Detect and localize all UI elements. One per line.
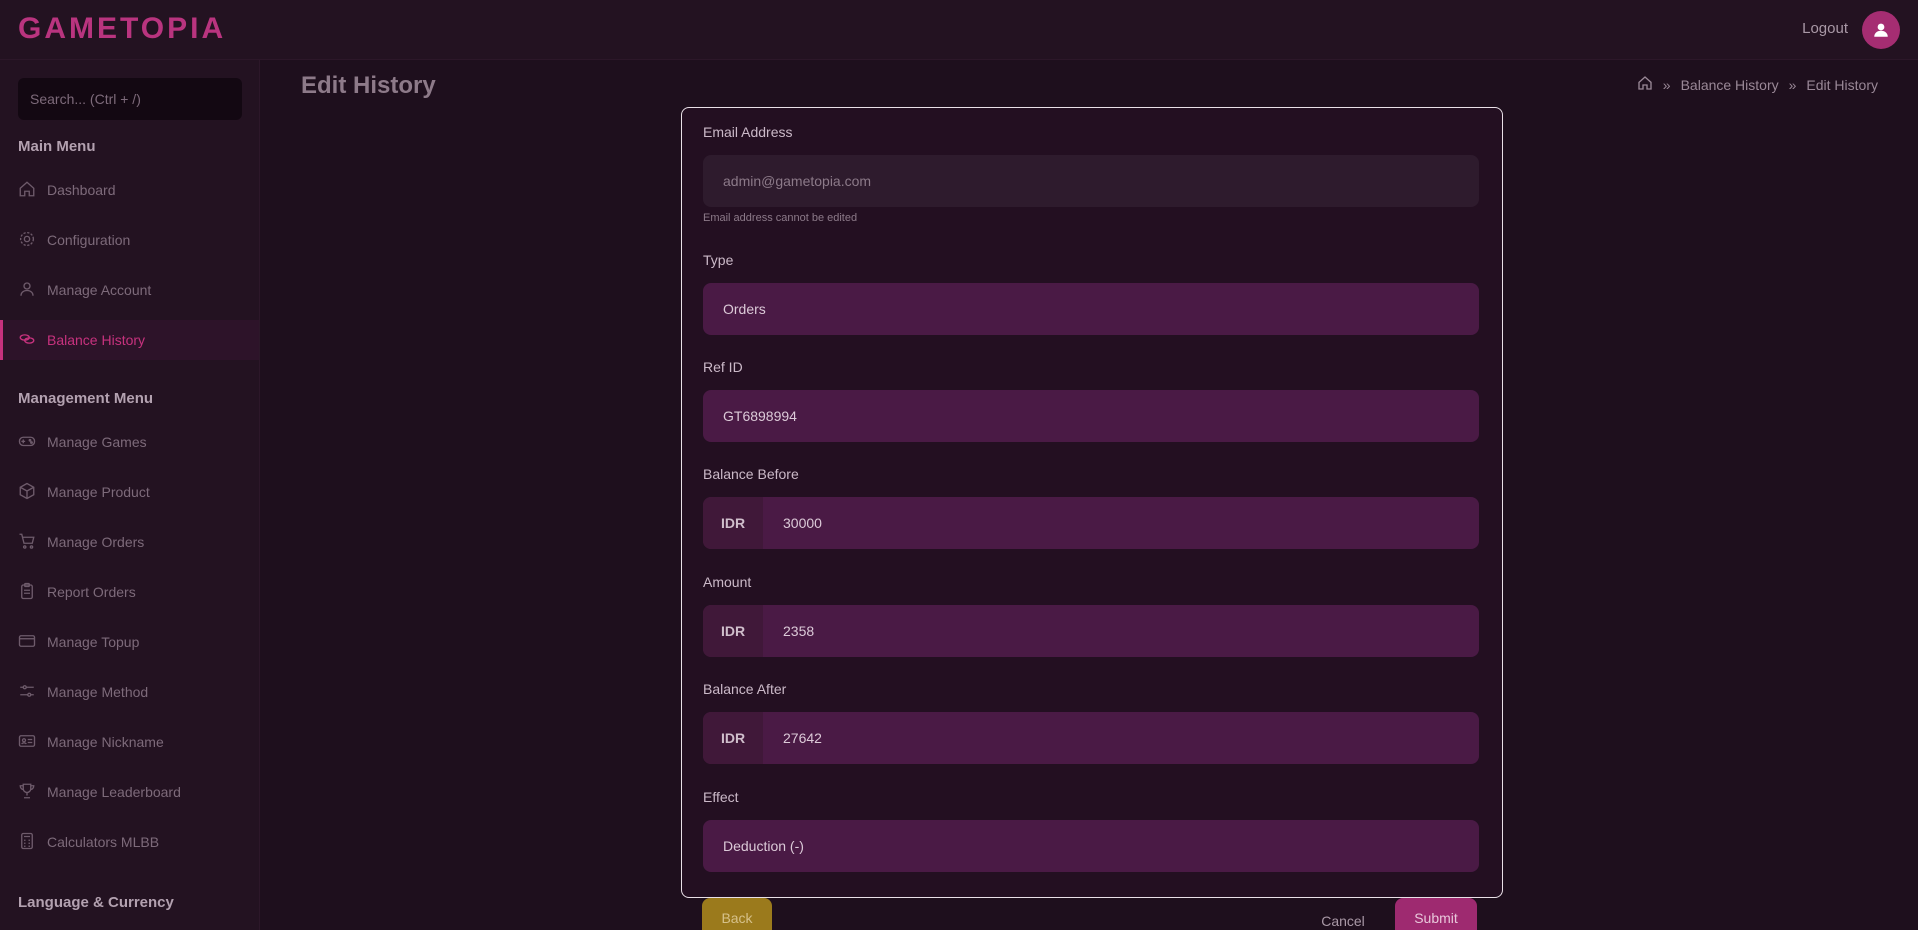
sidebar-item-calculators-mlbb[interactable]: Calculators MLBB <box>0 822 259 862</box>
sidebar-item-manage-method[interactable]: Manage Method <box>0 672 259 712</box>
sidebar-item-manage-product[interactable]: Manage Product <box>0 472 259 512</box>
ref-id-label: Ref ID <box>703 359 743 375</box>
home-icon <box>18 180 38 200</box>
search-input[interactable] <box>18 78 242 120</box>
sidebar-item-label: Dashboard <box>47 182 116 198</box>
sidebar-item-dashboard[interactable]: Dashboard <box>0 170 259 210</box>
currency-prefix: IDR <box>703 497 763 549</box>
sidebar-item-label: Calculators MLBB <box>47 834 160 850</box>
breadcrumb-edit-history: Edit History <box>1806 76 1878 93</box>
breadcrumb: » Balance History » Edit History <box>1637 75 1878 94</box>
back-button[interactable]: Back <box>702 898 772 930</box>
sliders-icon <box>18 682 38 702</box>
type-field[interactable]: Orders <box>703 283 1479 335</box>
balance-after-field[interactable]: IDR 27642 <box>703 712 1479 764</box>
sidebar-item-manage-topup[interactable]: Manage Topup <box>0 622 259 662</box>
sidebar-item-report-orders[interactable]: Report Orders <box>0 572 259 612</box>
email-hint: Email address cannot be edited <box>703 212 858 224</box>
amount-field[interactable]: IDR 2358 <box>703 605 1479 657</box>
ref-id-field[interactable]: GT6898994 <box>703 390 1479 442</box>
effect-value: Deduction (-) <box>723 838 804 854</box>
amount-label: Amount <box>703 574 752 590</box>
sidebar-item-label: Report Orders <box>47 584 136 600</box>
email-field: admin@gametopia.com <box>703 155 1479 207</box>
balance-after-value: 27642 <box>783 730 822 746</box>
sidebar-item-label: Manage Leaderboard <box>47 784 181 800</box>
breadcrumb-balance-history[interactable]: Balance History <box>1681 77 1779 93</box>
sidebar-item-label: Manage Product <box>47 484 150 500</box>
currency-prefix: IDR <box>703 712 763 764</box>
coins-icon <box>18 330 38 350</box>
sidebar-item-label: Manage Games <box>47 434 147 450</box>
type-value: Orders <box>723 301 766 317</box>
page-title: Edit History <box>301 72 436 99</box>
balance-before-value: 30000 <box>783 515 822 531</box>
logout-link[interactable]: Logout <box>1802 20 1848 37</box>
sidebar-item-manage-nickname[interactable]: Manage Nickname <box>0 722 259 762</box>
chevrons-right-icon: » <box>1788 76 1797 93</box>
user-avatar-icon <box>1874 23 1888 37</box>
balance-before-label: Balance Before <box>703 466 799 482</box>
sidebar-item-balance-history[interactable]: Balance History <box>0 320 259 360</box>
clipboard-icon <box>18 582 38 602</box>
calculator-icon <box>18 832 38 852</box>
gamepad-icon <box>18 432 38 452</box>
sidebar-item-label: Balance History <box>47 332 146 348</box>
sidebar-item-label: Manage Method <box>47 684 149 700</box>
sidebar: Main Menu Dashboard Configuration Manage… <box>0 60 260 930</box>
gear-icon <box>18 230 38 250</box>
email-label: Email Address <box>703 124 793 140</box>
sidebar-item-label: Manage Account <box>47 282 152 298</box>
chevrons-right-icon: » <box>1662 76 1671 93</box>
app-logo[interactable]: GAMETOPIA <box>18 12 226 46</box>
sidebar-item-label: Manage Topup <box>47 634 140 650</box>
box-icon <box>18 482 38 502</box>
amount-value: 2358 <box>783 623 815 639</box>
balance-before-field[interactable]: IDR 30000 <box>703 497 1479 549</box>
id-card-icon <box>18 732 38 752</box>
sidebar-item-label: Manage Orders <box>47 534 145 550</box>
effect-label: Effect <box>703 789 739 805</box>
effect-select[interactable]: Deduction (-) <box>703 820 1479 872</box>
sidebar-item-configuration[interactable]: Configuration <box>0 220 259 260</box>
edit-history-form: Email Address admin@gametopia.com Email … <box>681 107 1503 898</box>
balance-after-label: Balance After <box>703 681 787 697</box>
home-icon[interactable] <box>1637 75 1653 94</box>
currency-prefix: IDR <box>703 605 763 657</box>
sidebar-item-manage-games[interactable]: Manage Games <box>0 422 259 462</box>
type-label: Type <box>703 252 734 268</box>
submit-button[interactable]: Submit <box>1395 898 1477 930</box>
sidebar-item-manage-account[interactable]: Manage Account <box>0 270 259 310</box>
sidebar-item-manage-leaderboard[interactable]: Manage Leaderboard <box>0 772 259 812</box>
user-icon <box>18 280 38 300</box>
wallet-icon <box>18 632 38 652</box>
email-value: admin@gametopia.com <box>723 173 872 189</box>
main-menu-title: Main Menu <box>18 138 96 155</box>
sidebar-item-label: Manage Nickname <box>47 734 164 750</box>
cancel-button[interactable]: Cancel <box>1313 906 1373 930</box>
cart-icon <box>18 532 38 552</box>
sidebar-item-label: Configuration <box>47 232 131 248</box>
management-menu-title: Management Menu <box>18 390 154 407</box>
ref-id-value: GT6898994 <box>723 408 797 424</box>
top-bar: GAMETOPIA Logout <box>0 0 1918 60</box>
sidebar-item-manage-orders[interactable]: Manage Orders <box>0 522 259 562</box>
language-currency-title: Language & Currency <box>18 894 174 911</box>
avatar[interactable] <box>1862 11 1900 49</box>
trophy-icon <box>18 782 38 802</box>
